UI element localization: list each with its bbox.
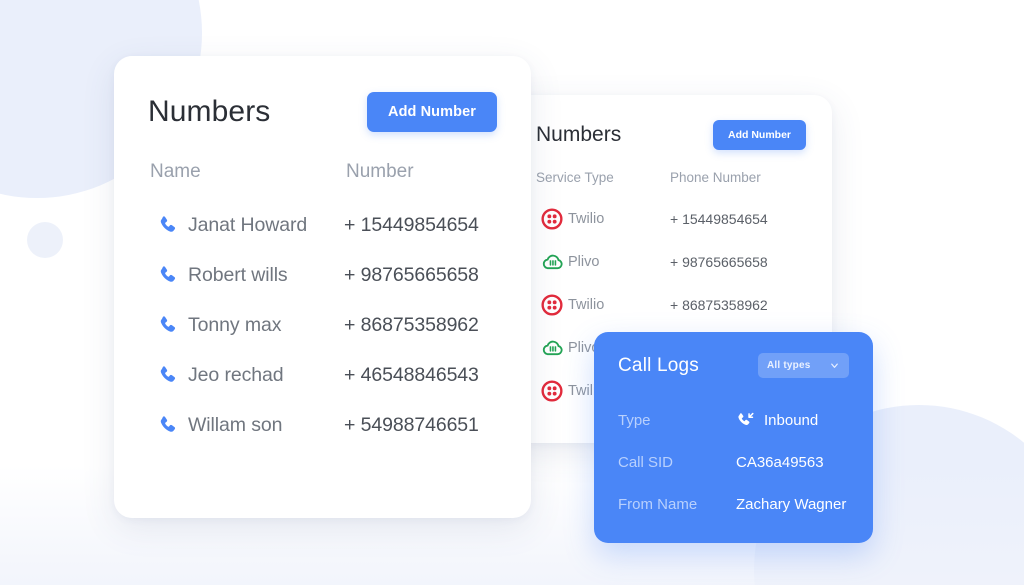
field-value-wrapper: Inbound [736,411,818,430]
contact-number: + 54988746651 [344,413,479,436]
call-type-filter-dropdown[interactable]: All types [758,353,849,378]
page-title: Numbers [536,123,622,146]
table-row[interactable]: Janat Howard + 15449854654 [148,200,497,250]
table-row[interactable]: Willam son + 54988746651 [148,400,497,450]
column-header-number: Number [346,161,414,182]
phone-icon [148,214,188,236]
service-type-value: Twilio [568,296,605,313]
table-row[interactable]: Twilio + 86875358962 [536,283,806,326]
add-number-button[interactable]: Add Number [713,120,806,150]
table-column-headers: Name Number [148,161,497,183]
table-row[interactable]: Robert wills + 98765665658 [148,250,497,300]
contact-name: Jeo rechad [188,363,284,386]
twilio-icon [536,293,568,316]
table-column-headers: Service Type Phone Number [536,170,806,185]
contact-number: + 86875358962 [344,313,479,336]
twilio-icon [536,207,568,230]
plivo-icon [536,336,568,359]
contact-name: Willam son [188,413,283,436]
field-label: Call SID [618,453,674,471]
chevron-down-icon [829,360,840,371]
field-label: Type [618,411,651,429]
contact-number: + 98765665658 [344,263,479,286]
contact-name: Robert wills [188,263,288,286]
inbound-call-icon [736,411,755,430]
phone-icon [148,414,188,436]
card-header: Numbers Add Number [148,92,497,132]
phone-icon [148,314,188,336]
column-header-name: Name [150,161,201,182]
column-header-phone-number: Phone Number [670,170,761,185]
service-type-value: Plivo [568,253,600,270]
call-sid-value: CA36a49563 [736,453,824,471]
plivo-icon [536,250,568,273]
table-row[interactable]: Twilio + 15449854654 [536,197,806,240]
twilio-icon [536,379,568,402]
contact-name: Janat Howard [188,213,308,236]
card-header: Numbers Add Number [536,120,806,150]
call-logs-panel: Call Logs All types Type Inbound Call SI… [594,332,873,543]
call-type-filter-value: All types [767,360,811,371]
add-number-button[interactable]: Add Number [367,92,497,132]
call-type-value: Inbound [764,411,819,429]
phone-icon [148,264,188,286]
call-log-field-from-name: From Name Zachary Wagner [618,483,849,525]
table-row[interactable]: Plivo + 98765665658 [536,240,806,283]
page-title: Numbers [148,95,271,128]
field-label: From Name [618,495,698,513]
contact-number: + 46548846543 [344,363,479,386]
table-row[interactable]: Tonny max + 86875358962 [148,300,497,350]
phone-icon [148,364,188,386]
phone-number-value: + 15449854654 [670,210,768,227]
phone-number-value: + 86875358962 [670,296,768,313]
numbers-card-primary: Numbers Add Number Name Number Janat How… [114,56,531,518]
call-log-field-type: Type Inbound [618,399,849,441]
call-logs-header: Call Logs All types [618,353,849,378]
from-name-value: Zachary Wagner [736,495,847,513]
phone-number-value: + 98765665658 [670,253,768,270]
call-logs-title: Call Logs [618,354,700,376]
contact-number: + 15449854654 [344,213,479,236]
contact-name: Tonny max [188,313,282,336]
service-type-value: Twilio [568,210,605,227]
column-header-service-type: Service Type [536,170,614,185]
decorative-circle-small-left [27,222,63,258]
call-log-field-call-sid: Call SID CA36a49563 [618,441,849,483]
table-row[interactable]: Jeo rechad + 46548846543 [148,350,497,400]
